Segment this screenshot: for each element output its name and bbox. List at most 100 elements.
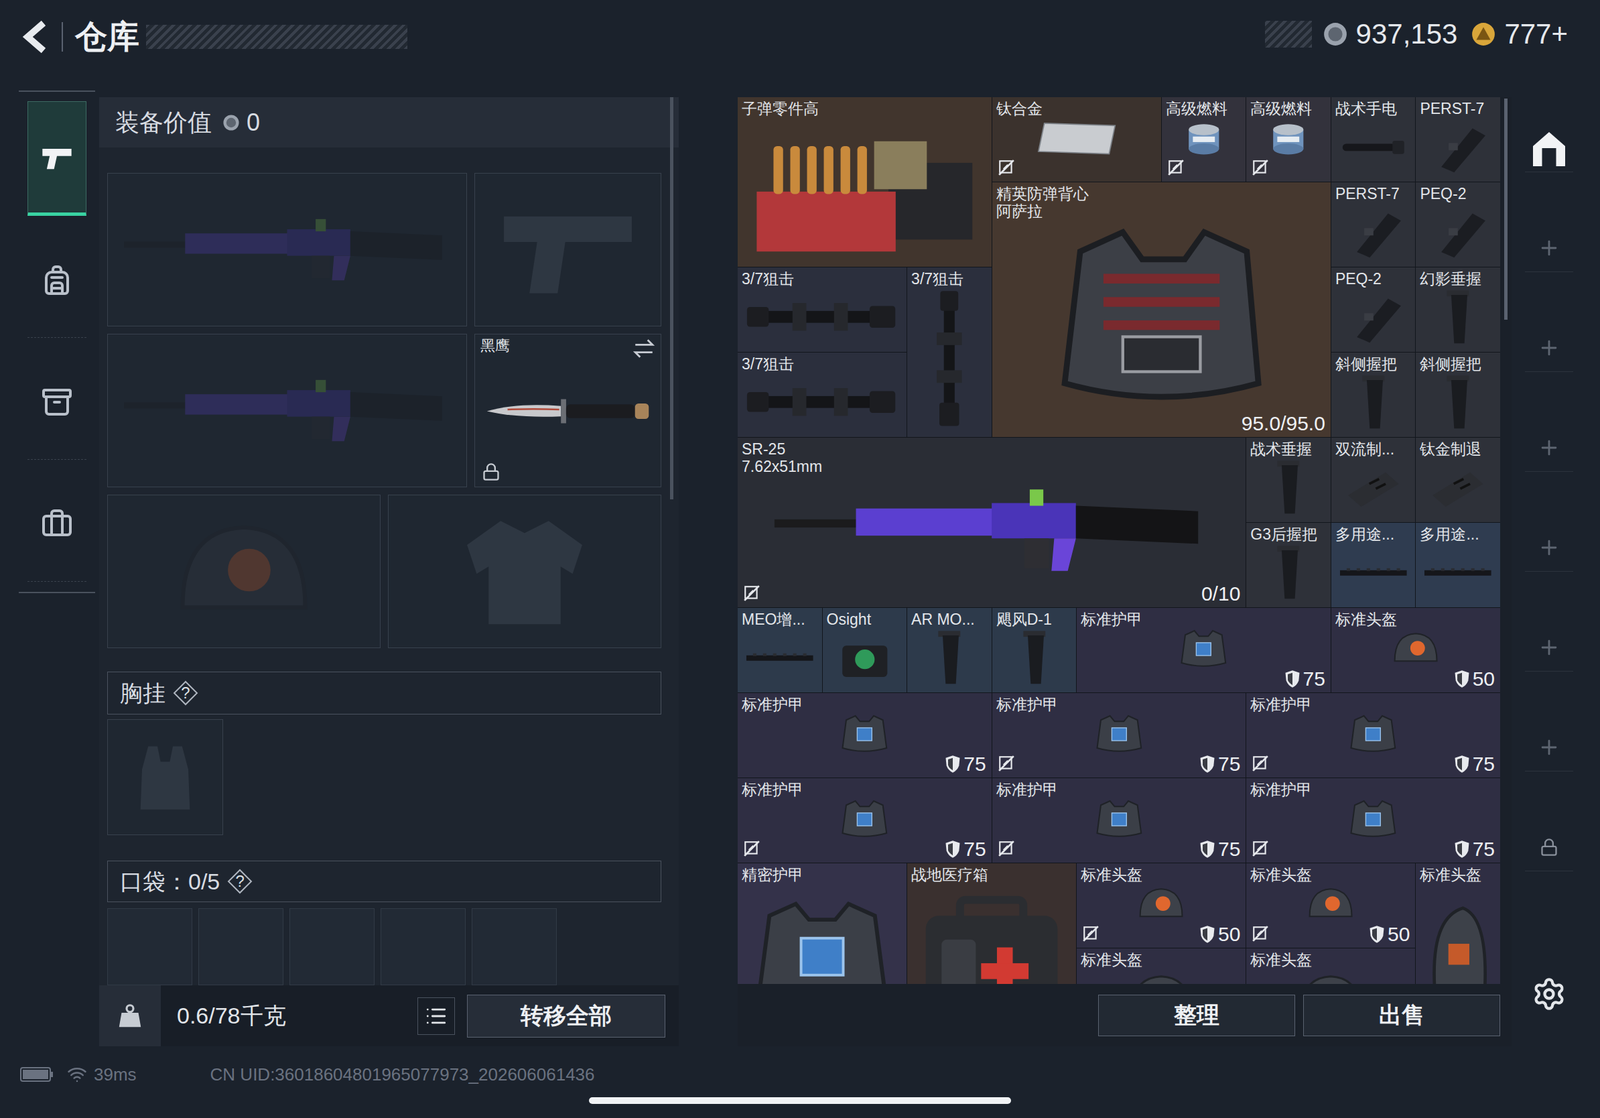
stash-item[interactable]: MEO增... xyxy=(737,607,823,693)
grip-icon xyxy=(1251,457,1326,517)
item-name: 3/7狙击 xyxy=(741,355,903,373)
stash-item[interactable]: 战地医疗箱 xyxy=(907,862,1077,984)
stash-item[interactable]: 标准头盔50 xyxy=(1246,862,1416,948)
stash-item[interactable]: AR MO... xyxy=(907,607,992,693)
stash-item[interactable]: PERST-7 xyxy=(1415,97,1501,182)
stash-item[interactable]: PERST-7 xyxy=(1331,182,1416,267)
item-badge: 75 xyxy=(1199,751,1241,776)
pocket-slot[interactable] xyxy=(289,907,375,985)
armor-icon xyxy=(743,883,902,984)
chest-rig-slot[interactable] xyxy=(107,718,224,835)
stash-item[interactable]: 斜侧握把 xyxy=(1415,352,1501,437)
pocket-slot[interactable] xyxy=(471,907,557,985)
stash-tab[interactable] xyxy=(1524,123,1574,173)
swap-icon[interactable] xyxy=(632,337,656,360)
stash-button[interactable]: 整理 xyxy=(1098,994,1296,1036)
knife-slot[interactable]: 黑鹰 xyxy=(474,333,662,488)
stash-item[interactable]: 标准护甲75 xyxy=(1246,777,1501,863)
stash-item[interactable]: 飓风D-1 xyxy=(992,607,1077,693)
item-name: 3/7狙击 xyxy=(911,270,988,288)
stash-item[interactable]: 幻影垂握 xyxy=(1415,267,1501,352)
stash-item[interactable]: 标准头盔 xyxy=(1415,862,1501,984)
pockets-bar: 口袋：0/5? xyxy=(107,860,662,902)
item-name: 标准头盔 xyxy=(1080,950,1242,969)
stash-item[interactable]: 高级燃料 xyxy=(1161,97,1247,182)
stash-item[interactable]: 斜侧握把 xyxy=(1331,352,1416,437)
wifi-icon xyxy=(67,1063,88,1085)
item-name: PERST-7 xyxy=(1335,184,1412,203)
back-arrow-icon[interactable] xyxy=(20,18,50,55)
pocket-slot[interactable] xyxy=(380,907,466,985)
pocket-slot[interactable] xyxy=(198,907,284,985)
stash-tab[interactable] xyxy=(1524,323,1574,372)
stash-item[interactable]: 标准护甲75 xyxy=(992,777,1247,863)
item-badge: 50 xyxy=(1453,666,1495,691)
stash-item[interactable]: 标准护甲75 xyxy=(737,777,992,863)
nav-tab[interactable] xyxy=(27,467,87,582)
stash-item[interactable]: SR-257.62x51mm0/10 xyxy=(737,437,1246,608)
help-mark[interactable]: ? xyxy=(235,873,245,890)
stash-tab[interactable] xyxy=(1524,722,1574,772)
armor-icon xyxy=(997,797,1241,840)
stash-item[interactable]: 标准护甲75 xyxy=(1076,607,1331,693)
stash-item[interactable]: 3/7狙击 xyxy=(907,267,992,437)
stash-tab[interactable] xyxy=(1524,822,1574,872)
shield-icon xyxy=(1199,924,1216,944)
rifle-icon xyxy=(743,475,1241,585)
stash-item[interactable]: 战术垂握 xyxy=(1246,437,1331,522)
stash-item[interactable]: 标准护甲75 xyxy=(737,692,992,778)
list-button[interactable] xyxy=(417,996,455,1035)
rifle-slot[interactable] xyxy=(107,333,468,488)
stash-item[interactable]: G3后握把 xyxy=(1246,522,1331,608)
stash-item[interactable]: 标准护甲75 xyxy=(1246,692,1501,778)
armor-icon xyxy=(743,797,987,840)
stash-tab[interactable] xyxy=(1524,223,1574,273)
item-badge: 50 xyxy=(1199,921,1241,947)
stash-item[interactable]: 子弹零件高 xyxy=(737,97,992,267)
stash-item[interactable]: 战术手电 xyxy=(1331,97,1416,182)
stash-item[interactable]: PEQ-2 xyxy=(1331,267,1416,352)
pocket-slot[interactable] xyxy=(107,907,193,985)
stash-item[interactable]: 标准头盔 xyxy=(1076,948,1246,984)
stash-tab[interactable] xyxy=(1524,623,1574,672)
stash-item[interactable]: Osight xyxy=(822,607,908,693)
stash-tabs xyxy=(1515,97,1583,1046)
stash-item[interactable]: 标准护甲75 xyxy=(992,692,1247,778)
scrollbar[interactable] xyxy=(1504,98,1508,320)
stash-item[interactable]: 精密护甲 xyxy=(737,862,907,984)
stash-item[interactable]: PEQ-2 xyxy=(1415,182,1501,267)
rifle-icon xyxy=(123,350,451,471)
stash-item[interactable]: 多用途... xyxy=(1415,522,1501,608)
stash-item[interactable]: 钛合金 xyxy=(992,97,1162,182)
transfer-all-button[interactable]: 转移全部 xyxy=(467,994,666,1038)
stash-tab[interactable] xyxy=(1524,423,1574,472)
item-name: Osight xyxy=(826,610,904,628)
stash-item[interactable]: 标准头盔 xyxy=(1246,948,1416,984)
nav-tab[interactable] xyxy=(27,345,87,460)
stash-item[interactable]: 双流制... xyxy=(1331,437,1416,522)
stash-item[interactable]: 标准头盔50 xyxy=(1331,607,1501,693)
helmet-side-icon xyxy=(1421,883,1495,984)
stash-item[interactable]: 3/7狙击 xyxy=(737,352,907,437)
settings-icon[interactable] xyxy=(1531,976,1567,1012)
sight-icon xyxy=(828,627,902,687)
nav-tab[interactable] xyxy=(27,101,87,216)
stash-button[interactable]: 出售 xyxy=(1303,994,1501,1036)
stash-item[interactable]: 精英防弹背心阿萨拉95.0/95.0 xyxy=(992,182,1331,437)
helmet-slot[interactable] xyxy=(107,494,381,648)
stash-item[interactable]: 高级燃料 xyxy=(1246,97,1331,182)
pistol-slot[interactable] xyxy=(474,172,662,327)
nav-tab[interactable] xyxy=(27,223,87,338)
rifle-slot[interactable] xyxy=(107,172,468,327)
stash-tab[interactable] xyxy=(1524,523,1574,572)
jacket-slot[interactable] xyxy=(387,494,662,648)
home-indicator[interactable] xyxy=(588,1096,1012,1104)
item-name: 多用途... xyxy=(1419,525,1497,543)
stash-item[interactable]: 钛金制退 xyxy=(1415,437,1501,522)
stash-item[interactable]: 标准头盔50 xyxy=(1076,862,1246,948)
item-name: 标准护甲 xyxy=(741,780,988,798)
help-mark[interactable]: ? xyxy=(180,684,190,701)
stash-item[interactable]: 3/7狙击 xyxy=(737,267,907,352)
status-bar: 39msCN UID:36018604801965077973_20260606… xyxy=(0,1060,1600,1088)
stash-item[interactable]: 多用途... xyxy=(1331,522,1416,608)
